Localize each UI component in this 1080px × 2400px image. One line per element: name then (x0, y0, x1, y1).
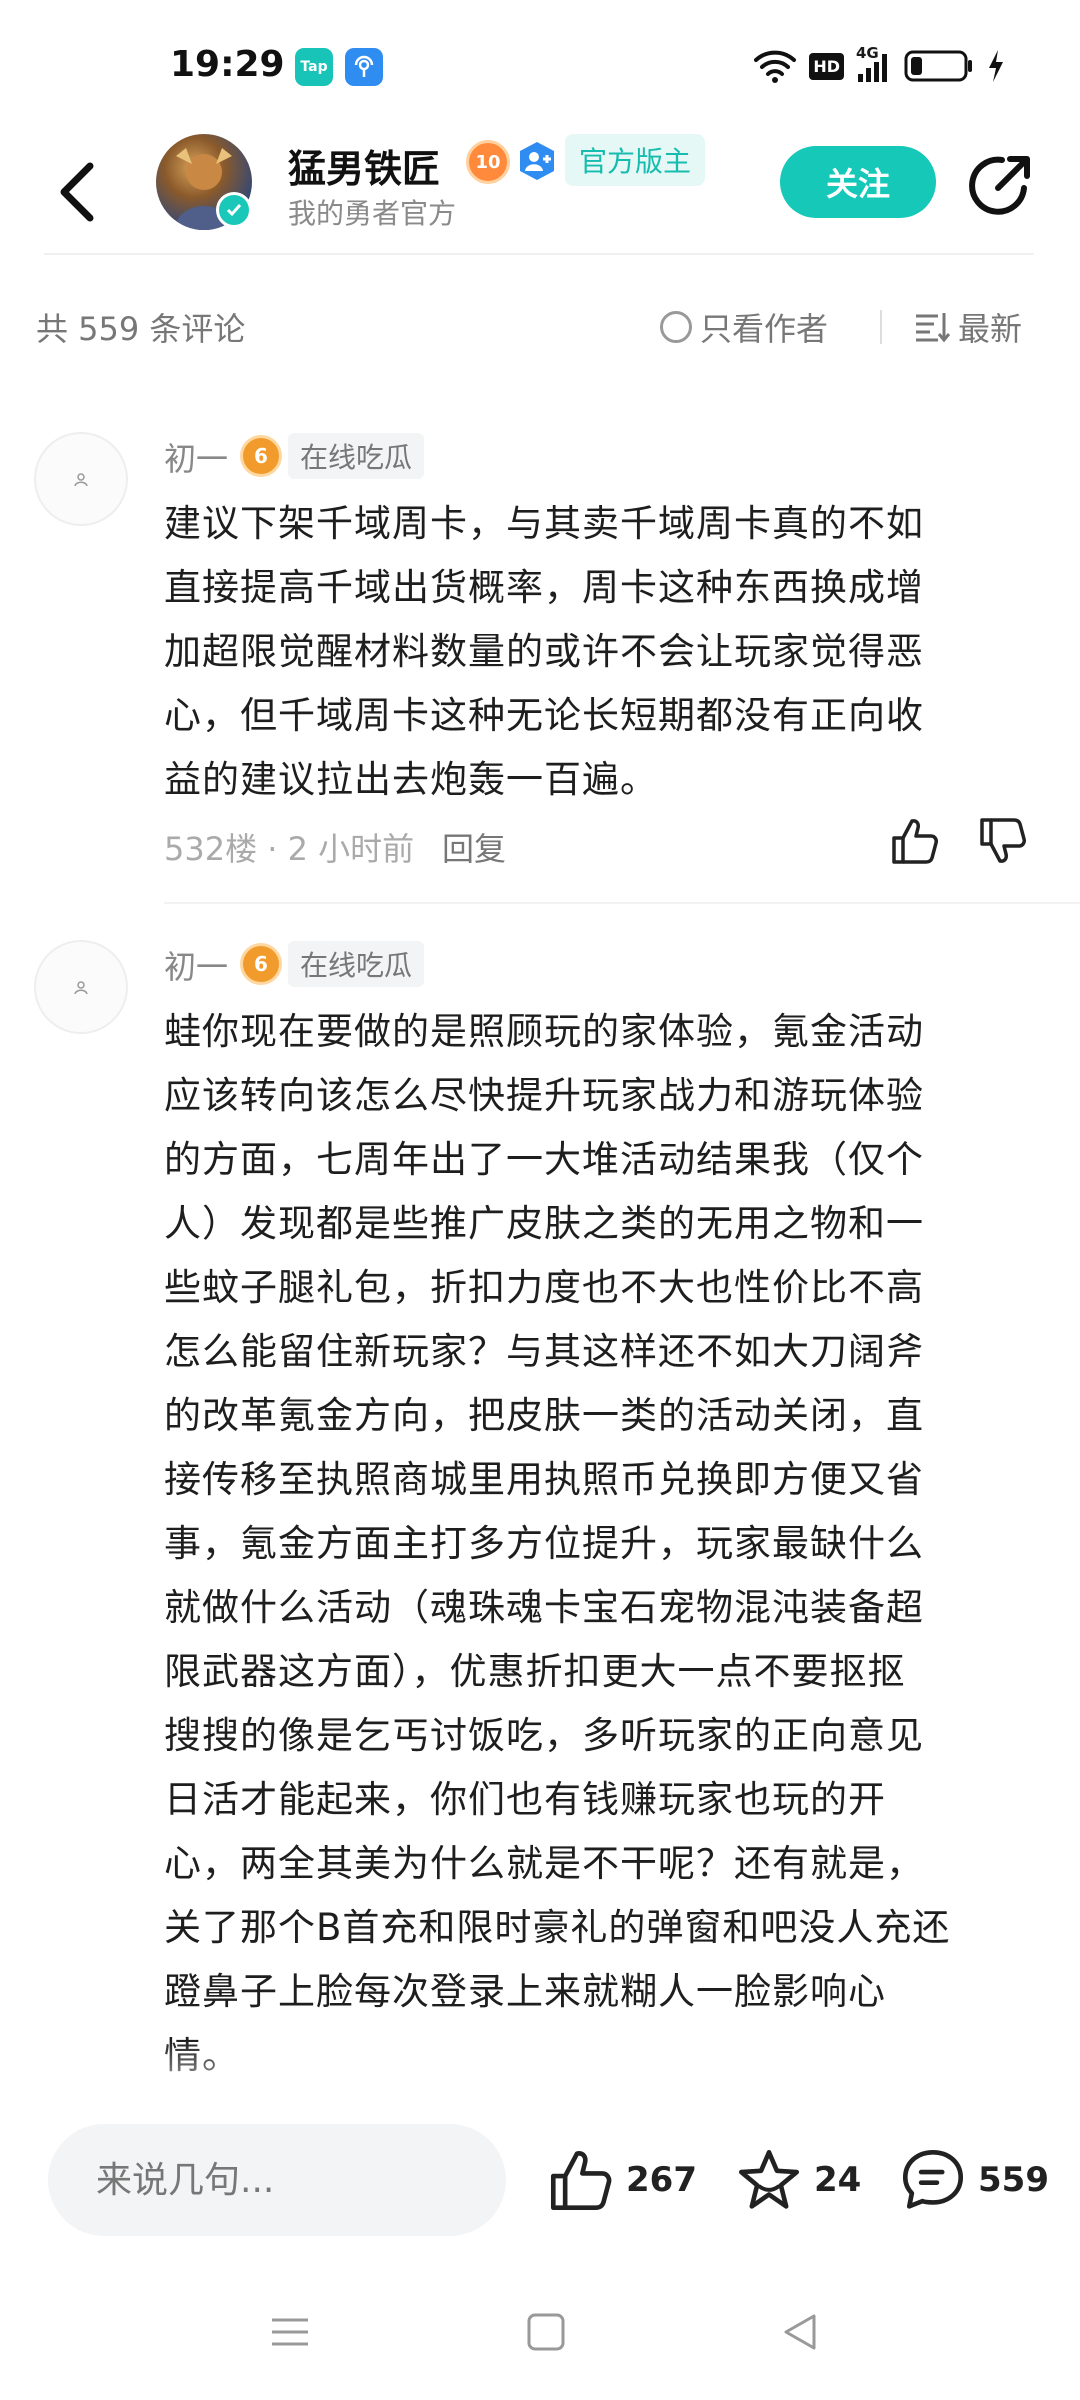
comment-divider (164, 902, 1080, 904)
author-subtitle: 我的勇者官方 (288, 197, 457, 230)
star-icon (738, 2149, 800, 2209)
sort-divider (880, 310, 882, 344)
thumbs-down-icon (980, 818, 1026, 863)
author-only-label: 只看作者 (700, 310, 829, 348)
share-button[interactable] (966, 150, 1036, 220)
author-name[interactable]: 猛男铁匠 (288, 138, 440, 193)
user-tag: 在线吃瓜 (288, 433, 425, 479)
home-nav-button[interactable] (524, 2310, 568, 2354)
like-count: 267 (626, 2160, 697, 2200)
comment-input[interactable] (48, 2124, 506, 2236)
comment-dislike-button[interactable] (978, 816, 1028, 866)
back-button[interactable] (52, 152, 112, 232)
menu-icon (272, 2318, 308, 2346)
back-arrow-icon (60, 162, 94, 222)
commenter-avatar[interactable] (34, 432, 128, 526)
like-button[interactable]: 267 (548, 2140, 697, 2220)
favorite-count: 24 (814, 2160, 862, 2200)
user-level-badge: 6 (240, 435, 282, 477)
status-time: 19:29 (170, 44, 285, 85)
comment-count-bottom: 559 (978, 2160, 1049, 2200)
wifi-icon (754, 50, 797, 83)
status-icons: HD 4G (753, 44, 1006, 88)
home-square-icon (527, 2313, 565, 2351)
status-bar: 19:29 Tap HD 4G (0, 0, 1080, 130)
hd-icon: HD (809, 52, 844, 80)
post-header: 猛男铁匠 10 官方版主 我的勇者官方 关注 (0, 130, 1080, 255)
moderator-icon (516, 140, 558, 182)
comment-meta: 532楼 · 2 小时前 (164, 830, 415, 868)
radio-icon (660, 311, 692, 343)
sort-icon (916, 313, 950, 343)
verified-icon (216, 192, 252, 228)
sort-label: 最新 (958, 310, 1023, 348)
back-triangle-icon (784, 2314, 816, 2350)
bottom-action-bar: 267 24 559 (0, 2090, 1080, 2270)
back-nav-button[interactable] (778, 2310, 822, 2354)
official-moderator-tag: 官方版主 (565, 134, 706, 186)
network-app-icon (345, 48, 383, 86)
comment-count: 共 559 条评论 (36, 310, 246, 348)
follow-button[interactable]: 关注 (780, 146, 936, 218)
battery-icon (904, 50, 972, 82)
favorite-button[interactable]: 24 (736, 2140, 861, 2220)
user-level-badge: 6 (240, 943, 282, 985)
thumbs-up-icon (892, 819, 938, 864)
default-avatar-icon (74, 981, 88, 995)
comment-text: 建议下架千域周卡，与其卖千域周卡真的不如 直接提高千域出货概率，周卡这种东西换成… (164, 502, 924, 801)
commenter-name[interactable]: 初一 (164, 942, 228, 988)
default-avatar-icon (74, 473, 88, 487)
menu-nav-button[interactable] (268, 2310, 312, 2354)
sort-newest-button[interactable]: 最新 (914, 304, 1022, 350)
charging-icon (989, 50, 1003, 82)
system-nav-bar (0, 2270, 1080, 2400)
commenter-avatar[interactable] (34, 940, 128, 1034)
comment-text: 蛙你现在要做的是照顾玩的家体验，氪金活动 应该转向该怎么尽快提升玩家战力和游玩体… (164, 1010, 951, 2077)
reply-button[interactable]: 回复 (442, 824, 506, 870)
commenter-name[interactable]: 初一 (164, 434, 228, 480)
share-icon (969, 156, 1030, 215)
author-only-toggle[interactable]: 只看作者 (660, 304, 828, 350)
comment-sort-bar: 共 559 条评论 只看作者 最新 (0, 290, 1080, 362)
header-divider (44, 253, 1034, 255)
comment-like-button[interactable] (890, 816, 940, 866)
level-badge: 10 (466, 140, 510, 184)
thumbs-up-icon (550, 2151, 612, 2211)
taptap-app-icon: Tap (295, 48, 333, 86)
user-tag: 在线吃瓜 (288, 941, 425, 987)
comments-button[interactable]: 559 (900, 2140, 1049, 2220)
comment-bubble-icon (902, 2149, 964, 2209)
cellular-icon: 4G (856, 44, 892, 84)
